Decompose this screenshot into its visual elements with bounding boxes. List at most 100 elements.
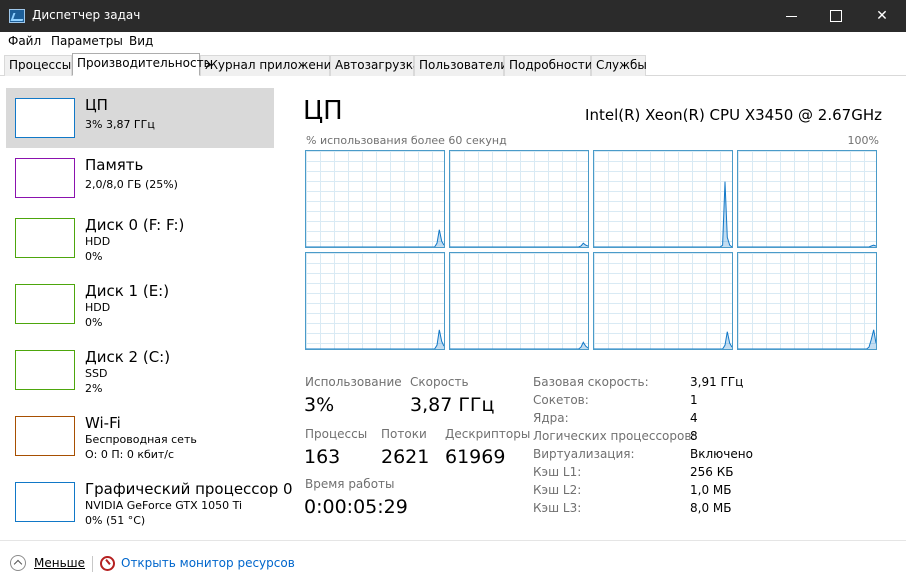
menu-view[interactable]: Вид xyxy=(129,34,153,48)
tab-processes[interactable]: Процессы xyxy=(4,55,72,76)
core-usage-line xyxy=(738,244,876,247)
resource-cpu[interactable]: ЦП 3% 3,87 ГГц xyxy=(6,88,274,148)
detail-label: Кэш L3: xyxy=(533,501,582,515)
network-thumbnail xyxy=(15,416,75,456)
close-button[interactable]: ✕ xyxy=(859,0,905,32)
cpu-core-graph xyxy=(737,150,877,248)
resource-type: SSD xyxy=(85,367,108,380)
fewer-details-link[interactable]: Меньше xyxy=(34,556,85,570)
tab-startup[interactable]: Автозагрузка xyxy=(330,55,420,76)
cpu-core-graphs xyxy=(305,150,879,350)
maximize-button[interactable] xyxy=(813,0,859,32)
handles-label: Дескрипторы xyxy=(445,427,531,441)
detail-value: 8 xyxy=(690,429,698,443)
menu-file[interactable]: Файл xyxy=(8,34,41,48)
detail-value: 1,0 МБ xyxy=(690,483,732,497)
resource-name: ЦП xyxy=(85,96,108,114)
resource-monitor-icon xyxy=(100,556,115,571)
threads-value: 2621 xyxy=(381,446,430,468)
detail-label: Базовая скорость: xyxy=(533,375,649,389)
resource-name: Wi-Fi xyxy=(85,414,121,432)
core-usage-area xyxy=(306,229,444,247)
menu-bar: Файл Параметры Вид xyxy=(0,32,906,52)
processes-label: Процессы xyxy=(305,427,368,441)
cpu-core-graph xyxy=(449,150,589,248)
resource-type: Беспроводная сеть xyxy=(85,433,197,446)
cpu-thumbnail xyxy=(15,98,75,138)
cpu-core-graph xyxy=(305,252,445,350)
speed-label: Скорость xyxy=(410,375,469,389)
cpu-core-graph xyxy=(593,252,733,350)
window-title: Диспетчер задач xyxy=(32,8,141,22)
detail-label: Ядра: xyxy=(533,411,569,425)
memory-thumbnail xyxy=(15,158,75,198)
chevron-up-icon[interactable] xyxy=(10,555,26,571)
core-usage-line xyxy=(450,242,588,247)
resource-usage: 0% (51 °C) xyxy=(85,514,146,527)
core-usage-area xyxy=(306,329,444,349)
resource-disk-2[interactable]: Диск 2 (C:) SSD 2% xyxy=(6,340,274,400)
detail-value: 256 КБ xyxy=(690,465,734,479)
tab-users[interactable]: Пользователи xyxy=(414,55,508,76)
resource-name: Память xyxy=(85,156,144,174)
tab-app-history[interactable]: Журнал приложений xyxy=(200,55,339,76)
uptime-value: 0:00:05:29 xyxy=(304,496,408,518)
cpu-model: Intel(R) Xeon(R) CPU X3450 @ 2.67GHz xyxy=(585,106,882,124)
detail-value: Включено xyxy=(690,447,753,461)
tab-performance[interactable]: Производительность xyxy=(72,53,211,76)
cpu-core-graph xyxy=(449,252,589,350)
resource-disk-0[interactable]: Диск 0 (F: F:) HDD 0% xyxy=(6,208,274,268)
menu-options[interactable]: Параметры xyxy=(51,34,123,48)
disk-thumbnail xyxy=(15,350,75,390)
cpu-core-graph xyxy=(593,150,733,248)
resource-type: HDD xyxy=(85,235,111,248)
footer-divider xyxy=(92,556,93,572)
detail-label: Кэш L2: xyxy=(533,483,582,497)
resource-memory[interactable]: Память 2,0/8,0 ГБ (25%) xyxy=(6,148,274,208)
resource-usage: 0% xyxy=(85,250,103,263)
core-usage-line xyxy=(594,331,732,349)
resource-disk-1[interactable]: Диск 1 (E:) HDD 0% xyxy=(6,274,274,334)
open-resource-monitor-link[interactable]: Открыть монитор ресурсов xyxy=(121,556,295,570)
core-usage-line xyxy=(306,329,444,349)
core-usage-area xyxy=(594,181,732,247)
core-usage-area xyxy=(450,243,588,247)
detail-value: 4 xyxy=(690,411,698,425)
resource-detail: 3% 3,87 ГГц xyxy=(85,118,155,131)
speed-value: 3,87 ГГц xyxy=(410,394,495,416)
resource-gpu-0[interactable]: Графический процессор 0 NVIDIA GeForce G… xyxy=(6,472,293,532)
disk-thumbnail xyxy=(15,218,75,258)
resource-list: ЦП 3% 3,87 ГГц Память 2,0/8,0 ГБ (25%) Д… xyxy=(0,85,293,540)
tab-bar: Процессы Производительность Журнал прило… xyxy=(0,52,906,76)
tab-services[interactable]: Службы xyxy=(591,55,647,76)
handles-value: 61969 xyxy=(445,446,506,468)
resource-usage: 0% xyxy=(85,316,103,329)
core-usage-area xyxy=(594,331,732,349)
task-manager-icon xyxy=(9,9,25,23)
resource-wifi[interactable]: Wi-Fi Беспроводная сеть О: 0 П: 0 кбит/с xyxy=(6,406,274,466)
resource-detail: 2,0/8,0 ГБ (25%) xyxy=(85,178,178,191)
resource-name: Диск 0 (F: F:) xyxy=(85,216,185,234)
detail-label: Сокетов: xyxy=(533,393,589,407)
processes-value: 163 xyxy=(304,446,341,468)
resource-name: Диск 2 (C:) xyxy=(85,348,171,366)
resource-usage: О: 0 П: 0 кбит/с xyxy=(85,448,175,461)
usage-label: Использование xyxy=(305,375,402,389)
graph-label: % использования более 60 секунд xyxy=(306,134,507,147)
core-usage-line xyxy=(450,341,588,349)
disk-thumbnail xyxy=(15,284,75,324)
core-usage-area xyxy=(450,342,588,349)
detail-value: 8,0 МБ xyxy=(690,501,732,515)
threads-label: Потоки xyxy=(381,427,427,441)
core-usage-line xyxy=(738,329,876,349)
core-usage-line xyxy=(306,229,444,247)
graph-max-label: 100% xyxy=(847,134,879,147)
core-usage-line xyxy=(594,181,732,247)
tab-details[interactable]: Подробности xyxy=(504,55,593,76)
minimize-button[interactable] xyxy=(768,0,814,32)
title-bar: Диспетчер задач ✕ xyxy=(0,0,906,32)
detail-value: 1 xyxy=(690,393,698,407)
footer: Меньше Открыть монитор ресурсов xyxy=(0,540,906,588)
gpu-thumbnail xyxy=(15,482,75,522)
uptime-label: Время работы xyxy=(305,477,395,491)
